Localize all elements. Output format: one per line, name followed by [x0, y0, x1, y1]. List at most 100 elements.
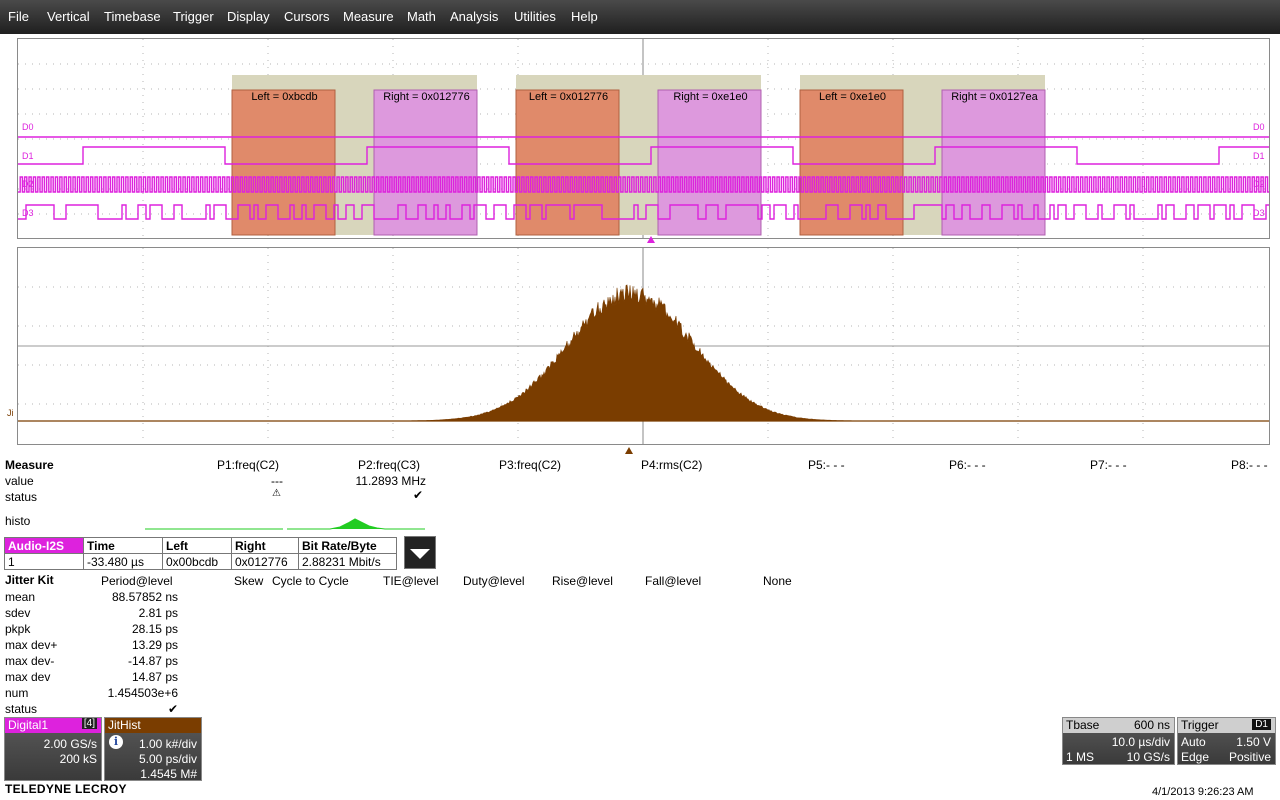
measure-p7[interactable]: P7:- - - [1090, 458, 1127, 472]
menu-analysis[interactable]: Analysis [450, 9, 498, 24]
jitter-stat-value: 14.87 ps [131, 670, 178, 684]
menu-math[interactable]: Math [407, 9, 436, 24]
histogram-position-marker[interactable] [625, 447, 633, 454]
decode-left-label: Left = 0xbcdb [251, 91, 318, 103]
jitter-tab-c2c[interactable]: Cycle to Cycle [272, 574, 349, 588]
digital1-rate: 2.00 GS/s [43, 737, 97, 751]
measure-title: Measure [5, 458, 54, 472]
warning-icon: ⚠ [272, 488, 281, 499]
jitter-stat-label: status [5, 702, 38, 716]
measure-histo-label: histo [5, 514, 31, 528]
table-row[interactable]: 1 -33.480 µs 0x00bcdb 0x012776 2.88231 M… [4, 553, 397, 570]
decode-right-label: Right = 0xe1e0 [673, 91, 748, 103]
left-band [799, 89, 904, 236]
left-band [515, 89, 620, 236]
menu-trigger[interactable]: Trigger [173, 9, 214, 24]
menu-cursors[interactable]: Cursors [284, 9, 330, 24]
menu-vertical[interactable]: Vertical [47, 9, 90, 24]
tbase-div: 10.0 µs/div [1111, 735, 1170, 749]
measure-p5[interactable]: P5:- - - [808, 458, 845, 472]
measure-p6[interactable]: P6:- - - [949, 458, 986, 472]
jitter-stat-label: pkpk [5, 622, 31, 636]
trigger-type: Edge [1181, 750, 1210, 764]
tbase-points: 1 MS [1066, 750, 1095, 764]
jitter-tab-rise[interactable]: Rise@level [552, 574, 613, 588]
i2s-header-left: Left [162, 537, 232, 554]
i2s-decode-table[interactable]: Audio-I2S Time Left Right Bit Rate/Byte … [4, 537, 397, 570]
jithist-line1: 1.00 k#/div [138, 737, 197, 751]
measure-p2-value: 11.2893 MHz [355, 474, 426, 488]
histogram-plot [18, 248, 1269, 444]
info-icon[interactable]: i [109, 735, 123, 749]
measure-p1[interactable]: P1:freq(C2) [217, 458, 279, 472]
menu-help[interactable]: Help [571, 9, 598, 24]
digital1-title: Digital1 [8, 718, 49, 732]
i2s-header-right: Right [231, 537, 299, 554]
jitter-histogram-bars [268, 284, 1018, 422]
measure-p3[interactable]: P3:freq(C2) [499, 458, 561, 472]
channel-label-d2: D2 [22, 179, 34, 189]
jithist-descriptor[interactable]: JitHist i 1.00 k#/div 5.00 ps/div 1.4545… [104, 717, 202, 781]
digital1-descriptor[interactable]: Digital1 [4] 2.00 GS/s 200 kS [4, 717, 102, 781]
i2s-header-protocol: Audio-I2S [4, 537, 84, 554]
jitter-title: Jitter Kit [5, 573, 54, 587]
i2s-header-time: Time [83, 537, 163, 554]
trigger-level: 1.50 V [1236, 735, 1271, 749]
chevron-down-icon [410, 549, 430, 559]
i2s-cell-index: 1 [4, 553, 84, 570]
jithist-line3: 1.4545 M# [140, 767, 197, 781]
decode-left-label: Left = 0xe1e0 [819, 91, 886, 103]
digital1-samples: 200 kS [59, 752, 97, 766]
i2s-cell-time: -33.480 µs [83, 553, 163, 570]
measure-p4[interactable]: P4:rms(C2) [641, 458, 702, 472]
measure-p3-value: --- [271, 474, 283, 488]
jitter-stat-value: 28.15 ps [131, 622, 178, 636]
channel-label-d3-right: D3 [1253, 208, 1265, 218]
menu-display[interactable]: Display [227, 9, 270, 24]
jitter-stat-label: mean [5, 590, 36, 604]
menu-timebase[interactable]: Timebase [104, 9, 161, 24]
histogram-grid[interactable]: Ji [7, 247, 1270, 445]
menu-file[interactable]: File [8, 9, 29, 24]
jitter-stat-label: max dev [5, 670, 51, 684]
jitter-tab-tie[interactable]: TIE@level [383, 574, 439, 588]
jitter-tab-fall[interactable]: Fall@level [645, 574, 701, 588]
menu-measure[interactable]: Measure [343, 9, 394, 24]
jitter-tab-skew[interactable]: Skew [234, 574, 263, 588]
jitter-stat-value: 88.57852 ns [111, 590, 178, 604]
check-icon: ✔ [413, 488, 424, 502]
jitter-tab-none[interactable]: None [763, 574, 792, 588]
menu-utilities[interactable]: Utilities [514, 9, 556, 24]
jitter-stat-label: sdev [5, 606, 31, 620]
jitter-status-check-icon: ✔ [167, 702, 178, 716]
measure-histo-traces [145, 518, 425, 530]
jithist-title: JitHist [108, 718, 141, 732]
d2-waveform [18, 176, 1269, 193]
measure-p8[interactable]: P8:- - - [1231, 458, 1268, 472]
digital-grid[interactable]: Left = 0xbcdb Right = 0x012776 Left = 0x… [17, 38, 1270, 239]
trigger-descriptor[interactable]: Trigger D1 Auto 1.50 V Edge Positive [1177, 717, 1276, 765]
jitter-tab-period[interactable]: Period@level [101, 574, 173, 588]
measure-value-label: value [5, 474, 34, 488]
trigger-source: D1 [1252, 719, 1271, 730]
channel-label-d2-right: D2 [1253, 179, 1265, 189]
histogram-trace-label: Ji [7, 408, 14, 418]
jitter-tab-duty[interactable]: Duty@level [463, 574, 525, 588]
jitter-stat-value: 2.81 ps [138, 606, 178, 620]
trigger-position-marker[interactable] [647, 236, 655, 243]
trigger-mode: Auto [1181, 735, 1206, 749]
table-dropdown-button[interactable] [404, 536, 436, 569]
channel-label-d1-right: D1 [1253, 151, 1265, 161]
digital-waveforms [18, 39, 1269, 238]
i2s-cell-bitrate: 2.88231 Mbit/s [298, 553, 397, 570]
decode-right-label: Right = 0x012776 [383, 91, 470, 103]
i2s-cell-left: 0x00bcdb [162, 553, 232, 570]
decode-left-label: Left = 0x012776 [528, 91, 609, 103]
jitter-stat-label: max dev- [5, 654, 55, 668]
timebase-descriptor[interactable]: Tbase 600 ns 10.0 µs/div 1 MS 10 GS/s [1062, 717, 1175, 765]
right-band [657, 89, 762, 236]
measure-p2[interactable]: P2:freq(C3) [358, 458, 420, 472]
jithist-line2: 5.00 ps/div [138, 752, 197, 766]
trigger-slope: Positive [1228, 750, 1271, 764]
jitter-stat-value: 13.29 ps [131, 638, 178, 652]
